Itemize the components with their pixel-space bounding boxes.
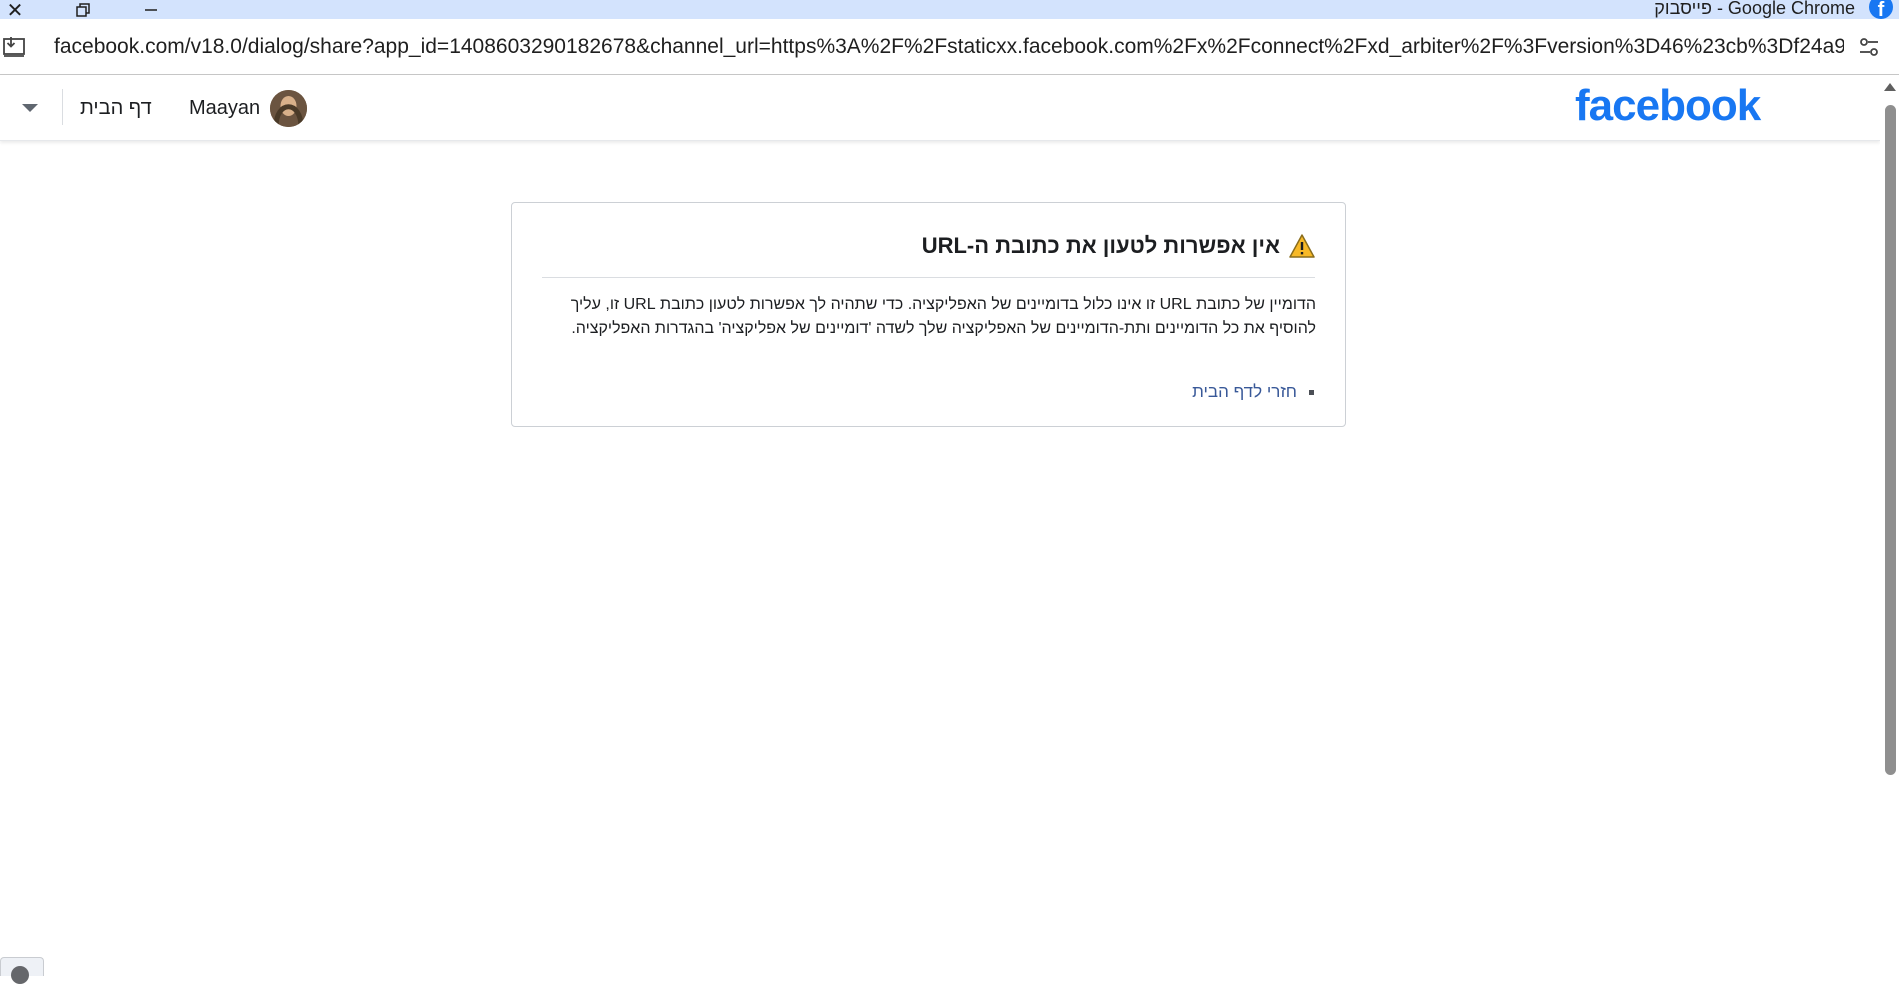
scrollbar-thumb[interactable] [1885, 105, 1896, 775]
window-title: פייסבוק - Google Chrome [1654, 0, 1855, 18]
site-settings-icon[interactable] [1857, 35, 1881, 59]
address-bar: facebook.com/v18.0/dialog/share?app_id=1… [0, 19, 1899, 75]
facebook-logo[interactable]: facebook [1575, 81, 1761, 131]
error-title: אין אפשרות לטעון את כתובת ה-URL [921, 233, 1280, 258]
close-window-button[interactable]: ✕ [4, 0, 26, 22]
scroll-up-arrow-icon[interactable] [1884, 83, 1896, 91]
return-home-link[interactable]: חזרי לדף הבית [1192, 382, 1297, 402]
install-app-icon[interactable] [2, 35, 28, 59]
facebook-app-icon: f [1869, 0, 1893, 21]
close-icon: ✕ [6, 0, 24, 22]
error-dialog: אין אפשרות לטעון את כתובת ה-URL הדומיין … [511, 202, 1346, 427]
page-scrollbar[interactable] [1880, 75, 1899, 976]
restore-window-button[interactable] [72, 0, 94, 19]
globe-icon [11, 966, 29, 984]
title-separator [542, 277, 1315, 278]
browser-title-bar: ✕ פייסבוק - Google Chrome f [0, 0, 1899, 22]
facebook-header: דף הבית Maayan facebook [0, 75, 1880, 141]
minimize-icon [145, 8, 157, 11]
language-selector-tab[interactable] [0, 957, 44, 984]
home-link[interactable]: דף הבית [80, 75, 152, 141]
profile-name: Maayan [189, 96, 261, 119]
header-divider [62, 89, 63, 125]
restore-icon [76, 2, 90, 17]
profile-link[interactable]: Maayan [189, 89, 308, 127]
url-field[interactable]: facebook.com/v18.0/dialog/share?app_id=1… [54, 19, 1844, 75]
avatar [270, 89, 308, 127]
error-message: הדומיין של כתובת URL זו אינו כלול בדומיי… [570, 296, 1316, 337]
warning-icon [1289, 234, 1315, 258]
minimize-window-button[interactable] [140, 0, 162, 19]
error-links-list: חזרי לדף הבית [1192, 382, 1316, 402]
chevron-down-icon[interactable] [20, 101, 40, 115]
list-item: חזרי לדף הבית [1192, 382, 1316, 402]
bullet-icon [1309, 389, 1314, 395]
error-title-row: אין אפשרות לטעון את כתובת ה-URL [922, 233, 1316, 259]
